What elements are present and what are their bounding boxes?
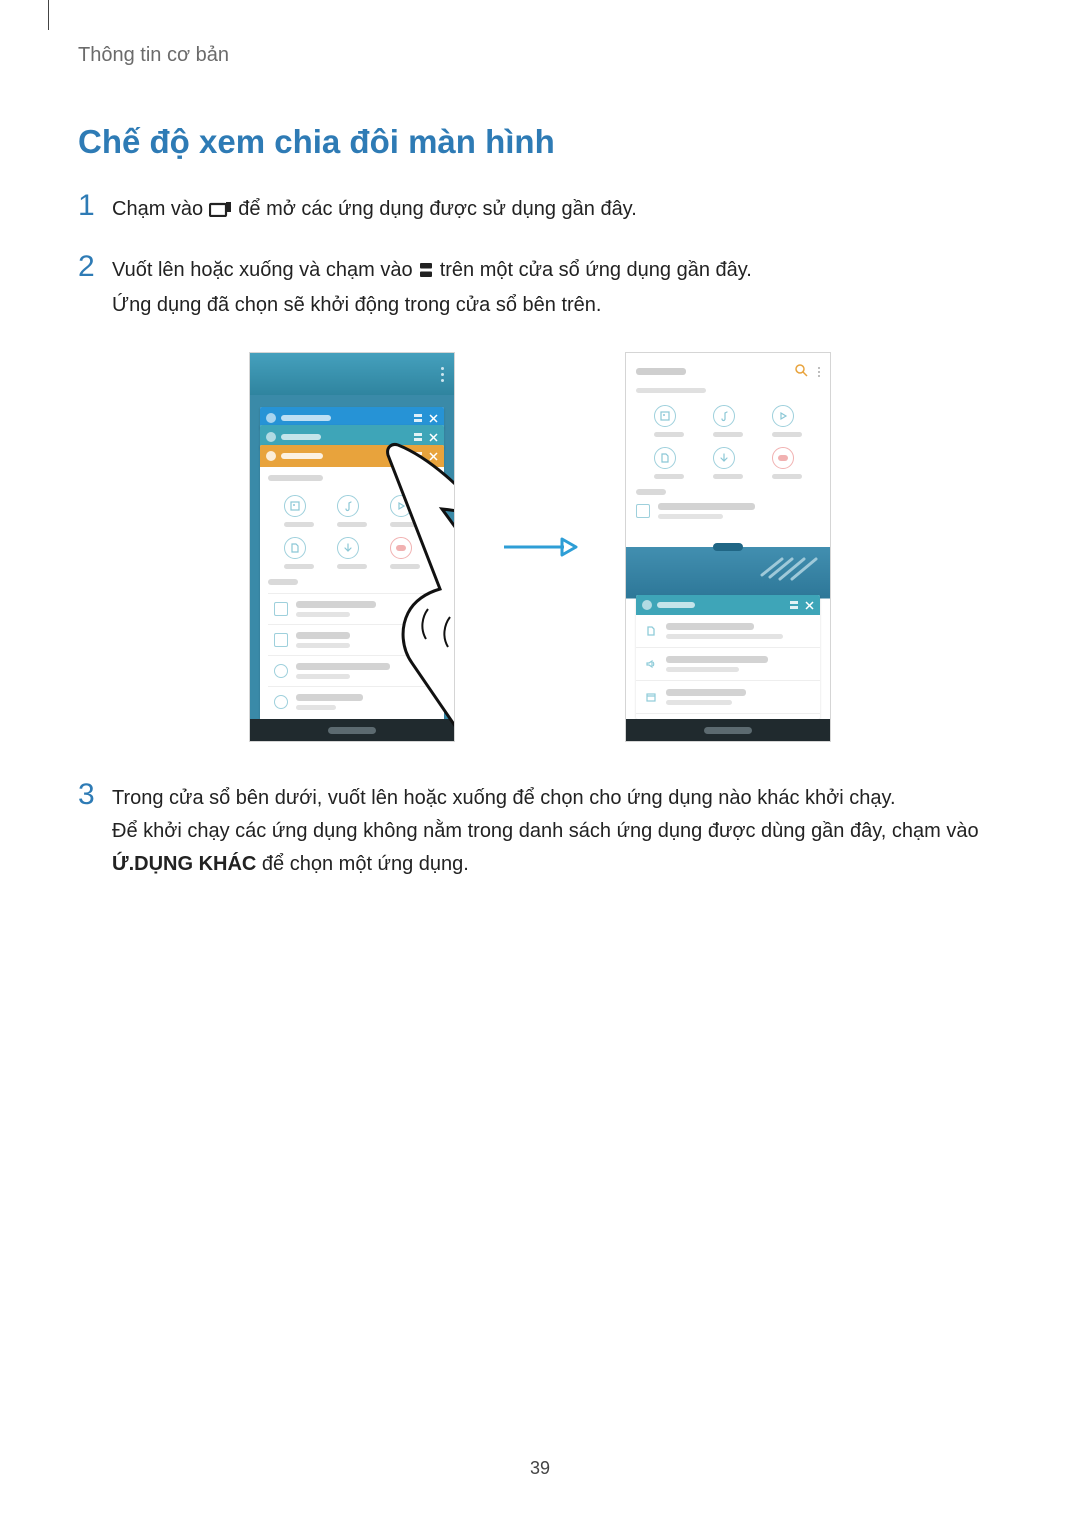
- step-1: 1 Chạm vào để mở các ứng dụng được sử dụ…: [78, 191, 1002, 228]
- document-icon: [654, 447, 676, 469]
- list-item: [268, 686, 436, 717]
- sound-icon: [644, 657, 658, 671]
- close-icon: [429, 452, 438, 461]
- search-icon: [794, 363, 808, 380]
- step-1-body: Chạm vào để mở các ứng dụng được sử dụng…: [112, 191, 1002, 228]
- recent-apps-stack: [260, 407, 444, 731]
- breadcrumb: Thông tin cơ bản: [78, 44, 1002, 67]
- phone2-top-app: [626, 353, 830, 549]
- phone-nav-bar: [626, 719, 830, 741]
- list-item: [636, 648, 820, 681]
- download-icon: [713, 447, 735, 469]
- close-icon: [429, 414, 438, 423]
- images-icon: [284, 495, 306, 517]
- step-2-line2: Ứng dụng đã chọn sẽ khởi động trong cửa …: [112, 294, 601, 316]
- calendar-icon: [644, 690, 658, 704]
- split-icon: [413, 413, 423, 423]
- phone-illustration-right: [625, 352, 831, 742]
- close-icon: [805, 601, 814, 610]
- section-heading: Chế độ xem chia đôi màn hình: [78, 123, 1002, 161]
- step-number-1: 1: [78, 191, 112, 221]
- split-icon: [413, 432, 423, 442]
- split-screen-icon: [418, 256, 434, 289]
- step-2: 2 Vuốt lên hoặc xuống và chạm vào trên m…: [78, 252, 1002, 322]
- page-number: 39: [530, 1458, 550, 1479]
- record-icon: [390, 537, 412, 559]
- step-2-body: Vuốt lên hoặc xuống và chạm vào trên một…: [112, 252, 1002, 322]
- music-icon: [713, 405, 735, 427]
- instruction-list: 1 Chạm vào để mở các ứng dụng được sử dụ…: [78, 191, 1002, 322]
- phone2-bottom-panel: [626, 547, 830, 719]
- step-2-line1-after: trên một cửa sổ ứng dụng gần đây.: [440, 259, 752, 281]
- motion-lines-icon: [760, 551, 820, 581]
- video-icon: [390, 495, 412, 517]
- phone-nav-bar: [250, 719, 454, 741]
- step-3: 3 Trong cửa sổ bên dưới, vuốt lên hoặc x…: [78, 780, 1002, 881]
- split-icon: [789, 600, 799, 610]
- step-number-2: 2: [78, 252, 112, 282]
- split-handle: [713, 543, 743, 551]
- list-item: [268, 624, 436, 655]
- more-icon: [441, 367, 444, 382]
- document-icon: [284, 537, 306, 559]
- more-icon: [818, 367, 820, 377]
- phone-illustration-left: [249, 352, 455, 742]
- list-item: [636, 615, 820, 648]
- document-page: Thông tin cơ bản Chế độ xem chia đôi màn…: [0, 0, 1080, 881]
- step-3-body: Trong cửa sổ bên dưới, vuốt lên hoặc xuố…: [112, 780, 1002, 881]
- step-2-line1-before: Vuốt lên hoặc xuống và chạm vào: [112, 259, 418, 281]
- step-3-bold: Ứ.DỤNG KHÁC: [112, 853, 256, 875]
- download-icon: [337, 537, 359, 559]
- close-icon: [429, 433, 438, 442]
- split-icon: [413, 451, 423, 461]
- list-item: [636, 681, 820, 714]
- recent-apps-icon: [209, 195, 233, 228]
- record-icon: [772, 447, 794, 469]
- page-edge-rule: [48, 0, 49, 30]
- list-item: [636, 497, 820, 525]
- illustration-row: [78, 352, 1002, 742]
- cloud-icon: [274, 664, 288, 678]
- arrow-right-icon: [495, 535, 585, 559]
- step-number-3: 3: [78, 780, 112, 810]
- recent-card-front: [260, 445, 444, 735]
- list-item: [268, 593, 436, 624]
- list-item: [268, 655, 436, 686]
- instruction-list-continued: 3 Trong cửa sổ bên dưới, vuốt lên hoặc x…: [78, 780, 1002, 881]
- phone1-header: [250, 353, 454, 395]
- step-1-text-before: Chạm vào: [112, 198, 209, 220]
- file-icon: [644, 624, 658, 638]
- music-icon: [337, 495, 359, 517]
- step-3-line2-after: để chọn một ứng dụng.: [256, 853, 468, 875]
- step-3-line1: Trong cửa sổ bên dưới, vuốt lên hoặc xuố…: [112, 787, 896, 809]
- video-icon: [772, 405, 794, 427]
- images-icon: [654, 405, 676, 427]
- drive-icon: [274, 695, 288, 709]
- bottom-app-card: [636, 595, 820, 719]
- step-1-text-after: để mở các ứng dụng được sử dụng gần đây.: [238, 198, 636, 220]
- step-3-line2-before: Để khởi chạy các ứng dụng không nằm tron…: [112, 820, 979, 842]
